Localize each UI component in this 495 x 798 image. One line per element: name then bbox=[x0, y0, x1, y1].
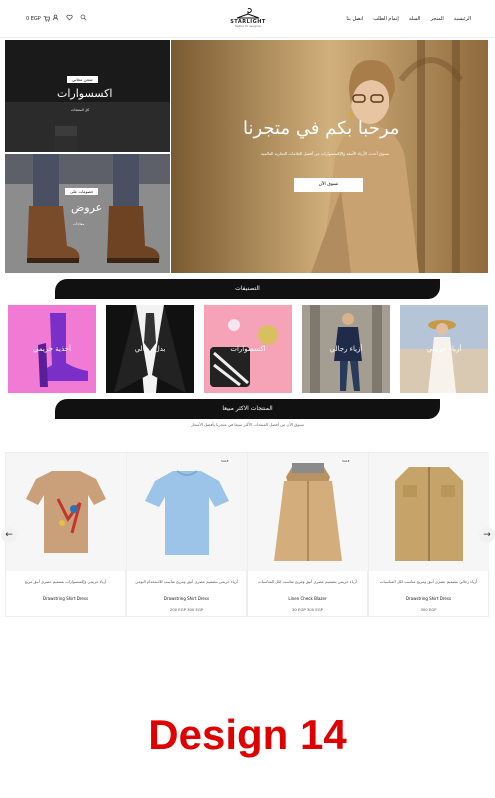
category-label: اكسسوارات bbox=[230, 345, 266, 353]
product-image bbox=[6, 453, 126, 571]
product-image bbox=[248, 453, 368, 571]
category-label: أزياء رجالي bbox=[329, 345, 363, 353]
nav-home[interactable]: الرئيسية bbox=[454, 16, 471, 22]
cart-icon bbox=[43, 16, 50, 22]
carousel-next-button[interactable]: → bbox=[479, 527, 495, 543]
header-icons bbox=[52, 14, 87, 21]
arrow-left-icon: ← bbox=[5, 530, 13, 540]
category-label: أحذية حريمي bbox=[33, 345, 71, 353]
category-women-shoes[interactable]: أحذية حريمي bbox=[8, 305, 96, 393]
nav-contact[interactable]: اتصل بنا bbox=[346, 16, 363, 22]
product-card[interactable]: أزياء رجالي بتصميم عصري أنيق ومريح مناسب… bbox=[368, 452, 489, 617]
product-name[interactable]: Linen Check Blazer bbox=[248, 596, 367, 601]
heart-icon[interactable] bbox=[66, 14, 73, 21]
product-price: 300 EGP bbox=[420, 607, 437, 612]
tile-subtitle: كل المنتجات bbox=[71, 108, 90, 112]
category-men-fashion[interactable]: أزياء رجالي bbox=[302, 305, 390, 393]
page: 0 EGP STARLIGHT fashion for everyone الر… bbox=[0, 0, 495, 798]
nav-checkout[interactable]: إتمام الطلب bbox=[373, 16, 398, 22]
top-bar: 0 EGP STARLIGHT fashion for everyone الر… bbox=[0, 0, 495, 38]
logo-subtext: fashion for everyone bbox=[235, 25, 261, 28]
cart-button[interactable]: 0 EGP bbox=[26, 15, 50, 22]
category-label: بدل رجالي bbox=[134, 345, 166, 353]
promo-tile-accessories[interactable]: شحن مجاني اكسسوارات كل المنتجات bbox=[5, 40, 170, 152]
product-name[interactable]: Drawstring Shirt Dress bbox=[369, 596, 488, 601]
design-label: Design 14 bbox=[148, 711, 347, 758]
product-name[interactable]: Drawstring Shirt Dress bbox=[6, 596, 125, 601]
categories-heading: التصنيفات bbox=[55, 279, 440, 299]
main-nav: الرئيسية المتجر السلة إتمام الطلب اتصل ب… bbox=[346, 16, 471, 22]
search-icon[interactable] bbox=[80, 14, 87, 21]
product-description: أزياء حريمي بتصميم عصري أنيق ومريح مناسب… bbox=[258, 579, 357, 584]
tile-subtitle: مفاجآت bbox=[73, 222, 85, 226]
embellished-tshirt-image bbox=[26, 471, 106, 553]
overshirt-image bbox=[395, 467, 463, 561]
hero-model-image bbox=[171, 40, 488, 273]
product-description: أزياء حريمي بتصميم عصري أنيق ومريح مناسب… bbox=[135, 579, 238, 584]
product-name[interactable]: Drawstring Shirt Dress bbox=[127, 596, 246, 601]
category-women-fashion[interactable]: أزياء حريمي bbox=[400, 305, 488, 393]
tile-title: عروض bbox=[71, 201, 103, 214]
best-sellers-heading: المنتجات الاكثر مبيعا bbox=[55, 399, 440, 419]
shop-now-button[interactable]: تسوق الآن bbox=[294, 178, 363, 192]
product-description: أزياء رجالي بتصميم عصري أنيق ومريح مناسب… bbox=[379, 579, 478, 584]
product-card[interactable]: SALE أزياء حريمي بتصميم عصري أنيق ومريح … bbox=[126, 452, 247, 617]
product-card[interactable]: SALE أزياء حريمي بتصميم عصري أنيق ومريح … bbox=[247, 452, 368, 617]
nav-shop[interactable]: المتجر bbox=[430, 16, 443, 22]
hanger-logo-icon bbox=[236, 8, 260, 19]
product-price: 30 EGP 300 EGP bbox=[292, 607, 323, 612]
product-image bbox=[369, 453, 489, 571]
carousel-prev-button[interactable]: ← bbox=[1, 527, 17, 543]
category-label: أزياء حريمي bbox=[426, 345, 462, 353]
product-price: 200 EGP 300 EGP bbox=[169, 607, 204, 612]
tile-tag: شحن مجاني bbox=[67, 76, 98, 83]
product-image bbox=[127, 453, 247, 571]
arrow-right-icon: → bbox=[483, 530, 491, 540]
sale-badge: SALE bbox=[219, 459, 231, 463]
tile-title: اكسسوارات bbox=[57, 87, 113, 100]
promo-tile-offers[interactable]: خصومات على عروض مفاجآت bbox=[5, 154, 170, 273]
product-description: أزياء حريمي وإكسسوارات بتصميم عصري أنيق … bbox=[24, 579, 107, 584]
tile-tag: خصومات على bbox=[65, 188, 99, 195]
cart-total: 0 EGP bbox=[26, 15, 41, 22]
best-sellers-subtitle: تسوق الآن من أفضل المنتجات الأكثر مبيعا … bbox=[191, 422, 304, 427]
product-card[interactable]: أزياء حريمي وإكسسوارات بتصميم عصري أنيق … bbox=[5, 452, 126, 617]
tan-jacket-image bbox=[274, 463, 342, 561]
nav-cart[interactable]: السلة bbox=[409, 16, 421, 22]
logo[interactable]: STARLIGHT fashion for everyone bbox=[228, 6, 268, 34]
category-accessories[interactable]: اكسسوارات bbox=[204, 305, 292, 393]
blue-tshirt-image bbox=[145, 470, 229, 555]
sale-badge: SALE bbox=[340, 459, 352, 463]
user-icon[interactable] bbox=[52, 14, 59, 21]
categories-list: أحذية حريمي بدل رجالي اكسسوارات أزياء رج… bbox=[8, 305, 488, 393]
hero-subtitle: تسوق أحدث الأزياء الأنيقة والإكسسوارات م… bbox=[261, 151, 389, 156]
hero-banner: مرحبا بكم في متجرنا تسوق أحدث الأزياء ال… bbox=[171, 40, 488, 273]
hero-title: مرحبا بكم في متجرنا bbox=[243, 118, 400, 139]
category-men-suits[interactable]: بدل رجالي bbox=[106, 305, 194, 393]
